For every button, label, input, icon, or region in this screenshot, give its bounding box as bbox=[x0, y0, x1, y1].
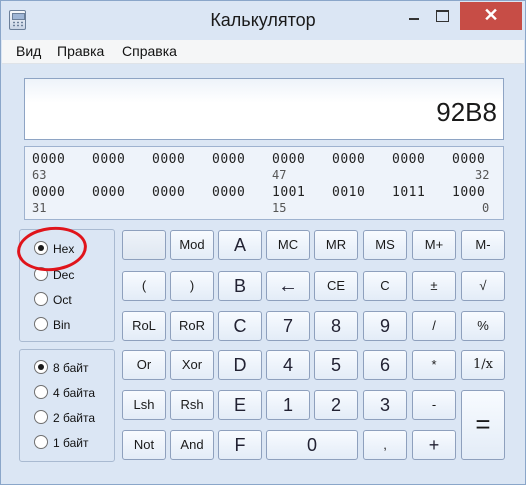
close-paren-key[interactable]: ) bbox=[170, 271, 214, 301]
digit-5-key[interactable]: 5 bbox=[314, 350, 358, 380]
display-value: 92B8 bbox=[436, 97, 497, 127]
radio-label: Oct bbox=[53, 293, 72, 307]
digit-7-key[interactable]: 7 bbox=[266, 311, 310, 341]
menu-bar: Вид Правка Справка bbox=[2, 40, 524, 64]
left-shift-key[interactable]: Lsh bbox=[122, 390, 166, 420]
close-button[interactable]: ✕ bbox=[460, 2, 522, 30]
bit-position: 31 bbox=[32, 201, 47, 215]
not-key[interactable]: Not bbox=[122, 430, 166, 460]
digit-1-key[interactable]: 1 bbox=[266, 390, 310, 420]
hex-a-key[interactable]: A bbox=[218, 230, 262, 260]
hex-c-key[interactable]: C bbox=[218, 311, 262, 341]
menu-edit[interactable]: Правка bbox=[57, 43, 104, 59]
bit-nibble: 0000 bbox=[92, 185, 126, 200]
digit-8-key[interactable]: 8 bbox=[314, 311, 358, 341]
maximize-button[interactable] bbox=[429, 2, 455, 30]
hex-e-key[interactable]: E bbox=[218, 390, 262, 420]
bit-nibble: 0000 bbox=[212, 185, 246, 200]
backspace-key[interactable]: ← bbox=[266, 271, 310, 301]
radio-dot bbox=[34, 385, 48, 399]
and-key[interactable]: And bbox=[170, 430, 214, 460]
bit-nibble: 0000 bbox=[452, 152, 486, 167]
digit-9-key[interactable]: 9 bbox=[363, 311, 407, 341]
bit-nibble: 0000 bbox=[32, 185, 66, 200]
bit-display: 0000 0000 0000 0000 0000 0000 0000 0000 … bbox=[24, 146, 504, 220]
blank-key[interactable] bbox=[122, 230, 166, 260]
subtract-key[interactable]: - bbox=[412, 390, 456, 420]
rotate-right-key[interactable]: RoR bbox=[170, 311, 214, 341]
add-key[interactable]: + bbox=[412, 430, 456, 460]
bit-nibble: 0000 bbox=[212, 152, 246, 167]
minimize-button[interactable] bbox=[401, 2, 427, 30]
radio-dot bbox=[34, 292, 48, 306]
reciprocal-key[interactable]: 1/x bbox=[461, 350, 505, 380]
digit-4-key[interactable]: 4 bbox=[266, 350, 310, 380]
digit-2-key[interactable]: 2 bbox=[314, 390, 358, 420]
result-display: 92B8 bbox=[24, 78, 504, 140]
negate-key[interactable]: ± bbox=[412, 271, 456, 301]
memory-clear-key[interactable]: MC bbox=[266, 230, 310, 260]
multiply-key[interactable]: * bbox=[412, 350, 456, 380]
clear-key[interactable]: C bbox=[363, 271, 407, 301]
memory-add-key[interactable]: M+ bbox=[412, 230, 456, 260]
decimal-key[interactable]: , bbox=[363, 430, 407, 460]
bit-nibble: 0000 bbox=[92, 152, 126, 167]
bit-nibble: 0000 bbox=[152, 185, 186, 200]
square-root-key[interactable]: √ bbox=[461, 271, 505, 301]
bit-nibble: 0000 bbox=[392, 152, 426, 167]
memory-recall-key[interactable]: MR bbox=[314, 230, 358, 260]
bit-nibble: 0010 bbox=[332, 185, 366, 200]
radio-label: Bin bbox=[53, 318, 71, 332]
memory-subtract-key[interactable]: M- bbox=[461, 230, 505, 260]
rotate-left-key[interactable]: RoL bbox=[122, 311, 166, 341]
bit-nibble: 1011 bbox=[392, 185, 426, 200]
xor-key[interactable]: Xor bbox=[170, 350, 214, 380]
bit-position: 47 bbox=[272, 168, 287, 182]
radio-label: 1 байт bbox=[53, 436, 89, 450]
hex-b-key[interactable]: B bbox=[218, 271, 262, 301]
radio-dot bbox=[34, 435, 48, 449]
calculator-window: Калькулятор ✕ Вид Правка Справка 92B8 00… bbox=[0, 0, 526, 485]
digit-3-key[interactable]: 3 bbox=[363, 390, 407, 420]
menu-view[interactable]: Вид bbox=[16, 43, 41, 59]
or-key[interactable]: Or bbox=[122, 350, 166, 380]
percent-key[interactable]: % bbox=[461, 311, 505, 341]
bit-position: 32 bbox=[475, 168, 490, 182]
bit-nibble: 0000 bbox=[272, 152, 306, 167]
digit-0-key[interactable]: 0 bbox=[266, 430, 358, 460]
hex-d-key[interactable]: D bbox=[218, 350, 262, 380]
divide-key[interactable]: / bbox=[412, 311, 456, 341]
open-paren-key[interactable]: ( bbox=[122, 271, 166, 301]
hex-f-key[interactable]: F bbox=[218, 430, 262, 460]
radio-label: 4 байта bbox=[53, 386, 96, 400]
radio-label: 2 байта bbox=[53, 411, 96, 425]
word-size-group: 8 байт 4 байта 2 байта 1 байт bbox=[19, 349, 115, 462]
bit-nibble: 1000 bbox=[452, 185, 486, 200]
bit-position: 63 bbox=[32, 168, 47, 182]
bit-position: 15 bbox=[272, 201, 287, 215]
radio-label: 8 байт bbox=[53, 361, 89, 375]
radio-dot bbox=[34, 360, 48, 374]
radio-dot bbox=[34, 410, 48, 424]
digit-6-key[interactable]: 6 bbox=[363, 350, 407, 380]
bit-nibble: 0000 bbox=[32, 152, 66, 167]
clear-entry-key[interactable]: CE bbox=[314, 271, 358, 301]
title-bar: Калькулятор ✕ bbox=[1, 1, 525, 39]
bit-nibble: 0000 bbox=[152, 152, 186, 167]
radio-dot bbox=[34, 317, 48, 331]
right-shift-key[interactable]: Rsh bbox=[170, 390, 214, 420]
bit-nibble: 1001 bbox=[272, 185, 306, 200]
menu-help[interactable]: Справка bbox=[122, 43, 177, 59]
equals-key[interactable]: = bbox=[461, 390, 505, 460]
memory-store-key[interactable]: MS bbox=[363, 230, 407, 260]
bit-nibble: 0000 bbox=[332, 152, 366, 167]
bit-position: 0 bbox=[482, 201, 490, 215]
mod-key[interactable]: Mod bbox=[170, 230, 214, 260]
